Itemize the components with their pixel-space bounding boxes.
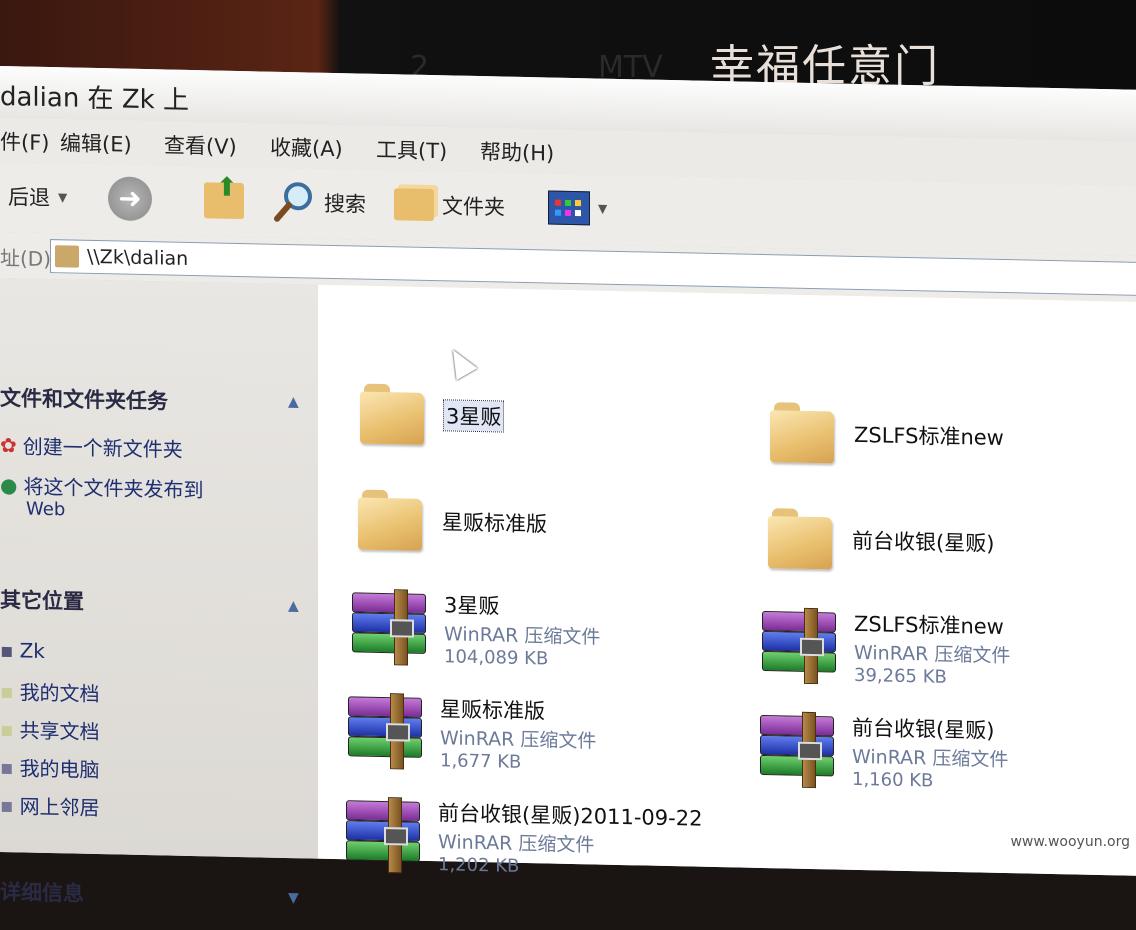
winrar-archive-icon xyxy=(348,693,422,770)
file-type: WinRAR 压缩文件 xyxy=(852,745,1009,772)
file-item[interactable]: 星贩标准版 WinRAR 压缩文件 1,677 KB xyxy=(348,691,596,774)
window-title: dalian 在 Zk 上 xyxy=(0,82,189,116)
folders-label: 文件夹 xyxy=(442,194,505,220)
file-item[interactable]: 星贩标准版 xyxy=(358,489,547,553)
place-my-documents[interactable]: ▪ 我的文档 xyxy=(0,676,100,707)
tasks-panel-title[interactable]: 文件和文件夹任务 xyxy=(0,382,168,416)
folder-icon xyxy=(360,383,426,445)
back-dropdown-icon[interactable]: ▼ xyxy=(58,190,67,204)
forward-arrow-icon: ➜ xyxy=(108,176,152,222)
views-icon xyxy=(548,190,590,226)
file-size: 39,265 KB xyxy=(854,664,947,688)
file-item[interactable]: 3星贩 xyxy=(360,383,505,447)
file-item[interactable]: 3星贩 WinRAR 压缩文件 104,089 KB xyxy=(352,587,600,670)
address-path: \\Zk\dalian xyxy=(87,245,189,270)
winrar-archive-icon xyxy=(760,711,834,789)
place-network[interactable]: ▪ 网上邻居 xyxy=(0,790,100,821)
place-label: 共享文档 xyxy=(19,718,100,745)
watermark: www.wooyun.org xyxy=(1010,834,1130,850)
places-panel-title[interactable]: 其它位置 xyxy=(0,584,84,616)
task-new-folder-label: 创建一个新文件夹 xyxy=(22,434,183,462)
file-size: 104,089 KB xyxy=(444,646,549,670)
search-button[interactable]: 搜索 xyxy=(272,182,366,224)
shared-folder-icon: ▪ xyxy=(0,716,14,741)
place-label: 网上邻居 xyxy=(19,794,100,821)
place-my-computer[interactable]: ▪ 我的电脑 xyxy=(0,752,100,783)
views-button[interactable]: ▼ xyxy=(548,187,607,228)
file-name: 3星贩 xyxy=(444,593,500,619)
task-pane: 文件和文件夹任务 ▲ ✿ 创建一个新文件夹 ● 将这个文件夹发布到 Web 其它… xyxy=(0,278,318,906)
network-folder-icon xyxy=(55,245,79,268)
menu-favorites[interactable]: 收藏(A) xyxy=(270,132,343,164)
collapse-chevron-icon[interactable]: ▲ xyxy=(288,394,299,410)
place-label: Zk xyxy=(19,638,45,663)
file-item[interactable]: ZSLFS标准new xyxy=(770,402,1004,467)
file-name: 星贩标准版 xyxy=(440,697,545,724)
place-label: 我的文档 xyxy=(19,680,100,707)
globe-icon: ● xyxy=(0,472,18,497)
folders-button[interactable]: 文件夹 xyxy=(394,184,505,226)
file-type: WinRAR 压缩文件 xyxy=(444,623,601,649)
menu-file[interactable]: 件(F) xyxy=(0,126,49,157)
up-button[interactable]: ⬆ xyxy=(204,173,244,221)
collapse-chevron-icon[interactable]: ▲ xyxy=(288,598,299,614)
back-button[interactable]: 后退 ▼ xyxy=(8,176,67,217)
file-name: 星贩标准版 xyxy=(442,510,547,537)
computer-icon: ▪ xyxy=(0,754,14,779)
network-computer-icon: ▪ xyxy=(0,638,14,663)
place-label: 我的电脑 xyxy=(19,756,100,783)
file-size: 1,160 KB xyxy=(852,768,934,792)
file-type: WinRAR 压缩文件 xyxy=(440,727,597,753)
file-name: 前台收银(星贩) xyxy=(852,528,995,556)
folders-icon xyxy=(394,188,434,222)
file-item[interactable]: 前台收银(星贩)2011-09-22 WinRAR 压缩文件 1,202 KB xyxy=(346,795,702,880)
search-label: 搜索 xyxy=(324,191,366,217)
file-item[interactable]: 前台收银(星贩) xyxy=(768,508,994,573)
winrar-archive-icon xyxy=(762,607,836,685)
address-label: 址(D) xyxy=(0,246,52,272)
forward-button[interactable]: ➜ xyxy=(108,176,152,222)
documents-icon: ▪ xyxy=(0,678,14,703)
network-icon: ▪ xyxy=(0,792,14,817)
new-folder-icon: ✿ xyxy=(0,432,17,457)
menu-tools[interactable]: 工具(T) xyxy=(376,134,447,165)
expand-chevron-icon[interactable]: ▼ xyxy=(288,890,299,906)
file-item[interactable]: ZSLFS标准new WinRAR 压缩文件 39,265 KB xyxy=(762,606,1010,689)
menu-help[interactable]: 帮助(H) xyxy=(480,136,554,168)
file-name: 前台收银(星贩) xyxy=(852,715,995,743)
up-folder-icon: ⬆ xyxy=(204,173,244,220)
winrar-archive-icon xyxy=(346,797,420,874)
file-list: 3星贩 ZSLFS标准new 星贩标准版 前台收银(星贩) 3星贩 WinRAR… xyxy=(318,284,1136,877)
search-magnifier-icon xyxy=(274,182,312,222)
file-size: 1,677 KB xyxy=(440,750,522,773)
file-name: ZSLFS标准new xyxy=(854,611,1004,640)
file-size: 1,202 KB xyxy=(438,854,520,877)
folder-icon xyxy=(768,508,834,570)
explorer-window: dalian 在 Zk 上 件(F) 编辑(E) 查看(V) 收藏(A) 工具(… xyxy=(0,66,1136,906)
task-new-folder[interactable]: ✿ 创建一个新文件夹 xyxy=(0,430,183,463)
menu-edit[interactable]: 编辑(E) xyxy=(60,127,132,159)
menu-view[interactable]: 查看(V) xyxy=(164,129,237,161)
file-type: WinRAR 压缩文件 xyxy=(854,641,1011,668)
details-panel-title[interactable]: 详细信息 xyxy=(0,876,84,908)
file-name: ZSLFS标准new xyxy=(854,422,1004,451)
file-name: 3星贩 xyxy=(442,399,505,433)
task-publish-sub[interactable]: Web xyxy=(26,499,65,521)
place-shared-documents[interactable]: ▪ 共享文档 xyxy=(0,714,100,745)
views-dropdown-icon[interactable]: ▼ xyxy=(598,202,607,216)
back-label: 后退 xyxy=(8,185,50,211)
file-item[interactable]: 前台收银(星贩) WinRAR 压缩文件 1,160 KB xyxy=(760,710,1008,793)
place-zk[interactable]: ▪ Zk xyxy=(0,638,45,663)
folder-icon xyxy=(358,489,424,551)
winrar-archive-icon xyxy=(352,589,426,666)
folder-icon xyxy=(770,402,836,464)
